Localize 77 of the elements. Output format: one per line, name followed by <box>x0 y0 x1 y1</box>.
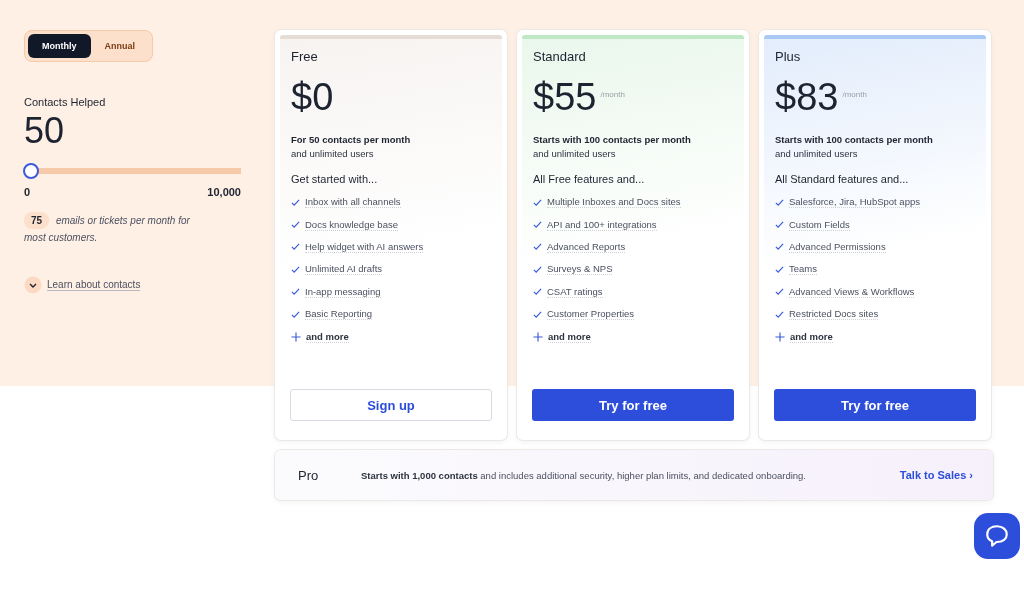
plan-price: $83 <box>775 75 839 119</box>
slider-thumb[interactable] <box>23 163 40 179</box>
check-icon <box>775 220 784 230</box>
price-period: /month <box>842 89 867 99</box>
feature-item: In-app messaging <box>305 285 381 298</box>
features-heading: Get started with... <box>291 173 379 185</box>
feature-item: Custom Fields <box>789 218 850 231</box>
plan-summary: Starts with 100 contacts per month <box>533 134 692 145</box>
chat-button[interactable] <box>974 513 1020 559</box>
slider-min: 0 <box>24 186 31 198</box>
check-icon <box>291 264 300 274</box>
plus-icon <box>775 331 785 342</box>
check-icon <box>533 287 542 297</box>
feature-item: Restricted Docs sites <box>789 308 879 321</box>
feature-item: Advanced Permissions <box>789 240 886 253</box>
check-icon <box>533 309 542 319</box>
feature-item: Docs knowledge base <box>305 218 398 231</box>
learn-link[interactable]: Learn about contacts <box>47 279 141 291</box>
feature-item: Unlimited AI drafts <box>305 263 383 276</box>
contacts-label: Contacts Helped <box>24 96 107 108</box>
plus-icon <box>291 331 301 342</box>
check-icon <box>775 264 784 274</box>
pro-name: Pro <box>298 467 320 483</box>
feature-item: CSAT ratings <box>547 285 603 298</box>
chevron-icon[interactable] <box>24 276 42 294</box>
check-icon <box>533 264 542 274</box>
check-icon <box>291 242 300 252</box>
feature-item: Customer Properties <box>547 308 635 321</box>
billing-option[interactable]: Monthly <box>28 34 91 58</box>
pro-description: Starts with 1,000 contacts and includes additional security, higher plan limits, and dedicated onboarding. <box>361 469 807 481</box>
plan-summary-sub: and unlimited users <box>775 148 859 159</box>
plan-name: Standard <box>533 49 587 64</box>
plan-summary: For 50 contacts per month <box>291 134 412 145</box>
plan-name: Free <box>291 49 319 64</box>
plan-name: Plus <box>775 49 802 64</box>
check-icon <box>775 197 784 207</box>
price-period: /month <box>600 89 625 99</box>
emails-note: 75 emails or tickets per month for most customers. <box>24 212 209 246</box>
contacts-value: 50 <box>24 110 66 152</box>
feature-item: Inbox with all channels <box>305 196 401 209</box>
more-link[interactable]: and more <box>790 330 833 343</box>
plus-icon <box>533 331 543 342</box>
check-icon <box>775 287 784 297</box>
plan-button[interactable]: Try for free <box>532 389 734 421</box>
check-icon <box>775 309 784 319</box>
check-icon <box>775 242 784 252</box>
talk-to-sales-link[interactable]: Talk to Sales › <box>899 469 973 481</box>
feature-item: API and 100+ integrations <box>547 218 657 231</box>
plan-price: $0 <box>291 75 334 119</box>
billing-option[interactable]: Annual <box>90 34 149 58</box>
feature-item: Multiple Inboxes and Docs sites <box>547 196 681 209</box>
more-link[interactable]: and more <box>306 330 349 343</box>
feature-item: Surveys & NPS <box>547 263 613 276</box>
feature-item: Salesforce, Jira, HubSpot apps <box>789 196 920 209</box>
check-icon <box>533 197 542 207</box>
more-link[interactable]: and more <box>548 330 591 343</box>
plan-summary-sub: and unlimited users <box>291 148 375 159</box>
check-icon <box>291 309 300 319</box>
feature-item: Help widget with AI answers <box>305 240 424 253</box>
feature-item: Basic Reporting <box>305 308 373 321</box>
feature-item: Teams <box>789 263 817 276</box>
plan-price: $55 <box>533 75 597 119</box>
check-icon <box>291 220 300 230</box>
features-heading: All Standard features and... <box>775 173 910 185</box>
plan-summary: Starts with 100 contacts per month <box>775 134 934 145</box>
plan-button[interactable]: Try for free <box>774 389 976 421</box>
check-icon <box>533 242 542 252</box>
check-icon <box>533 220 542 230</box>
feature-item: Advanced Views & Workflows <box>789 285 915 298</box>
check-icon <box>291 287 300 297</box>
chat-icon <box>984 523 1010 549</box>
slider-max: 10,000 <box>207 186 241 198</box>
plan-summary-sub: and unlimited users <box>533 148 617 159</box>
feature-item: Advanced Reports <box>547 240 626 253</box>
features-heading: All Free features and... <box>533 173 646 185</box>
check-icon <box>291 197 300 207</box>
plan-button[interactable]: Sign up <box>290 389 492 421</box>
